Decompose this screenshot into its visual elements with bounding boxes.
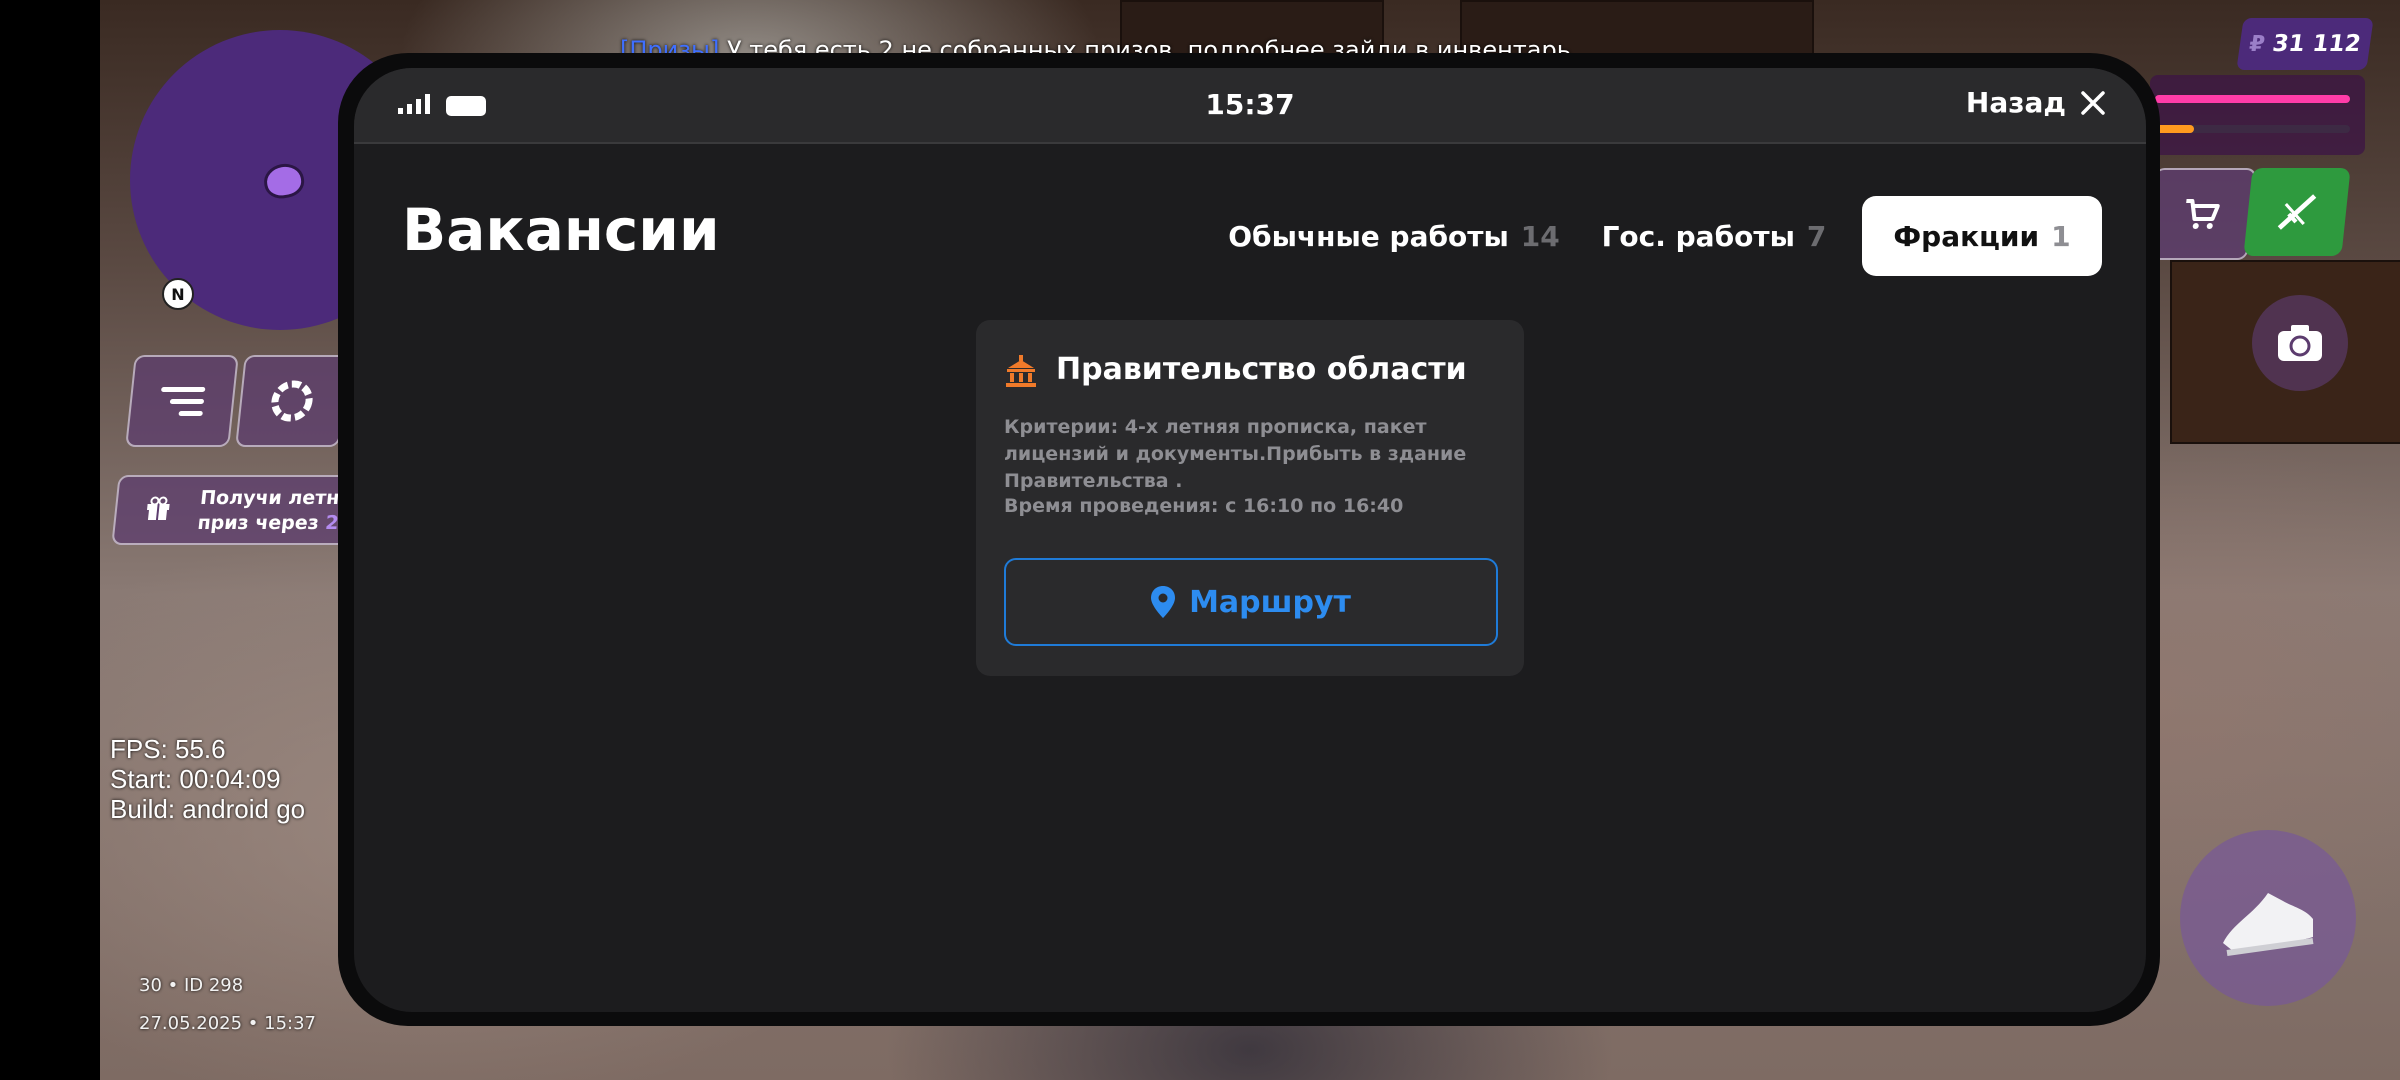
date-time-label: 27.05.2025 • 15:37: [139, 1013, 316, 1034]
menu-lines-icon: [158, 380, 207, 423]
phone-screen: 15:37 Назад Вакансии Обычные работы 14 Г…: [354, 68, 2146, 1012]
route-button-label: Маршрут: [1189, 584, 1351, 620]
shop-button[interactable]: [2145, 168, 2257, 260]
back-button[interactable]: Назад: [1966, 86, 2106, 119]
tab-count: 1: [2051, 219, 2071, 253]
page-title: Вакансии: [402, 196, 720, 264]
tab-government-jobs[interactable]: Гос. работы 7: [1594, 196, 1834, 276]
player-stats-panel: [2150, 75, 2365, 155]
tab-factions[interactable]: Фракции 1: [1862, 196, 2102, 276]
tab-count: 7: [1806, 219, 1827, 253]
player-id-label: 30 • ID 298: [139, 975, 244, 996]
tab-count: 14: [1520, 219, 1560, 253]
cart-icon: [2186, 199, 2220, 229]
gift-banner-line2: приз через 20: [196, 512, 353, 534]
job-title: Правительство области: [1056, 352, 1467, 387]
tab-label: Фракции: [1893, 219, 2040, 253]
back-button-label: Назад: [1965, 86, 2066, 119]
sneaker-icon: [2223, 893, 2314, 956]
weapon-button[interactable]: [2243, 168, 2351, 256]
armor-bar: [2155, 125, 2194, 133]
summer-prize-banner[interactable]: Получи летний приз через 20: [111, 475, 363, 545]
phone-clock: 15:37: [1205, 88, 1295, 121]
tab-label: Обычные работы: [1228, 219, 1509, 253]
ruble-icon: ₽: [2247, 31, 2267, 57]
hud-wheel-button[interactable]: [235, 355, 349, 447]
location-pin-icon: [1151, 586, 1176, 618]
money-badge: ₽ 31 112: [2236, 18, 2374, 70]
health-bar: [2155, 95, 2350, 103]
job-criteria: Критерии: 4-х летняя прописка, пакет лиц…: [1004, 416, 1467, 492]
rifle-icon: [2277, 194, 2317, 230]
route-button[interactable]: Маршрут: [1004, 558, 1498, 646]
start-time-readout: Start: 00:04:09: [110, 764, 281, 794]
close-icon: [2081, 90, 2105, 115]
job-card: Правительство области Критерии: 4-х летн…: [976, 320, 1524, 676]
gift-icon: [147, 496, 170, 520]
fps-readout: FPS: 55.6: [110, 734, 226, 764]
money-value: 31 112: [2270, 31, 2363, 57]
north-compass-icon: N: [162, 278, 194, 310]
sprint-button[interactable]: [2180, 830, 2356, 1006]
camera-switch-button[interactable]: [2252, 295, 2348, 391]
gift-banner-prefix: приз через: [196, 512, 327, 534]
job-schedule: Время проведения: с 16:10 по 16:40: [1004, 495, 1404, 517]
tab-regular-jobs[interactable]: Обычные работы 14: [1224, 196, 1564, 276]
phone-status-bar: 15:37 Назад: [354, 68, 2146, 144]
build-readout: Build: android go: [110, 794, 306, 824]
hud-menu-button[interactable]: [125, 355, 239, 447]
tab-label: Гос. работы: [1601, 219, 1795, 253]
government-building-icon: [1006, 355, 1036, 387]
lucky-wheel-icon: [271, 380, 313, 422]
camera-rotate-icon: [2278, 325, 2322, 361]
screen-edge-bar: [0, 0, 100, 1080]
